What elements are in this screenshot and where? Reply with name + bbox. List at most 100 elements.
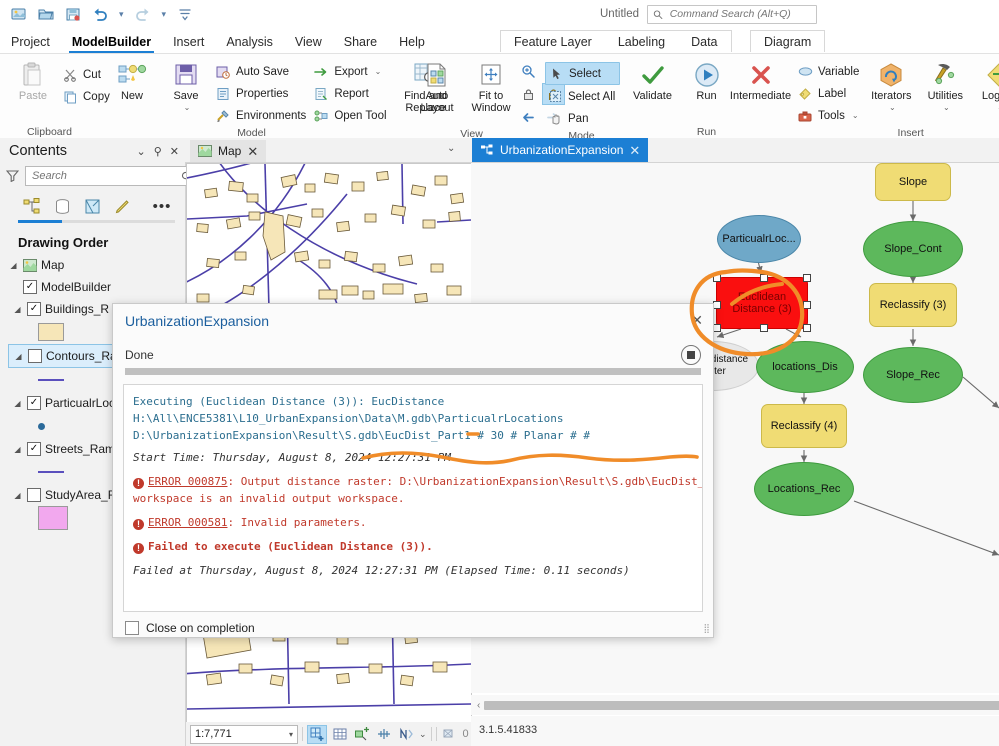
pin-icon[interactable]: ⚲: [154, 145, 162, 158]
stop-button-icon[interactable]: [681, 345, 701, 365]
add-data-icon[interactable]: [307, 725, 327, 744]
back-arrow-icon[interactable]: [518, 107, 539, 127]
north-arrow-icon[interactable]: [397, 726, 415, 743]
ribbon-tab-feature-layer[interactable]: Feature Layer: [501, 35, 605, 49]
ribbon-tab-modelbuilder[interactable]: ModelBuilder: [61, 35, 162, 53]
chevron-down-icon[interactable]: ▾: [289, 730, 293, 739]
basemap-grid-icon[interactable]: [331, 726, 349, 743]
close-icon[interactable]: ✕: [170, 145, 179, 158]
expander-icon[interactable]: ◢: [8, 261, 19, 270]
undo-icon[interactable]: [91, 5, 109, 23]
open-project-icon[interactable]: [37, 5, 55, 23]
model-node-locations-rec[interactable]: Locations_Rec: [754, 462, 854, 516]
contents-search-input[interactable]: [30, 169, 177, 183]
symbology-icon[interactable]: [82, 196, 102, 216]
redo-dropdown-icon[interactable]: ▾: [161, 10, 168, 19]
chevron-down-icon[interactable]: ⌄: [137, 145, 146, 158]
paste-button[interactable]: Paste: [6, 58, 60, 104]
data-source-icon[interactable]: [52, 196, 72, 216]
command-search[interactable]: [647, 5, 817, 24]
model-node-euclidean-distance-3[interactable]: Euclidean Distance (3): [716, 277, 808, 329]
ribbon-tab-help[interactable]: Help: [388, 35, 436, 53]
utilities-button[interactable]: Utilities ⌄: [918, 58, 972, 116]
layer-checkbox-streets[interactable]: ✓: [27, 442, 41, 456]
ribbon-tab-analysis[interactable]: Analysis: [215, 35, 284, 53]
model-node-reclassify-3[interactable]: Reclassify (3): [869, 283, 957, 327]
scroll-track[interactable]: [484, 701, 999, 710]
error-code[interactable]: ERROR 000875: [148, 475, 227, 488]
undo-dropdown-icon[interactable]: ▾: [118, 10, 125, 19]
expander-icon[interactable]: ◢: [12, 305, 23, 314]
validate-button[interactable]: Validate: [626, 58, 680, 104]
close-icon[interactable]: ✕: [629, 144, 640, 157]
close-on-completion-checkbox[interactable]: [125, 621, 139, 635]
lock-icon[interactable]: [518, 84, 539, 104]
tools-dropdown-icon[interactable]: ⌄: [852, 111, 859, 120]
auto-save-button[interactable]: Auto Save: [213, 61, 311, 82]
ribbon-tab-view[interactable]: View: [284, 35, 333, 53]
save-project-icon[interactable]: [64, 5, 82, 23]
error-code[interactable]: ERROR 000581: [148, 516, 227, 529]
model-node-particualr-locations[interactable]: ParticualrLoc...: [717, 215, 801, 263]
filter-funnel-icon[interactable]: [6, 169, 20, 183]
select-features-icon[interactable]: [353, 726, 371, 743]
dialog-log-panel[interactable]: Executing (Euclidean Distance (3)): EucD…: [123, 384, 703, 612]
geoprocessing-progress-dialog[interactable]: UrbanizationExpansion ✕ Done Executing (…: [112, 303, 714, 638]
more-options-icon[interactable]: •••: [152, 196, 172, 216]
run-button[interactable]: Run: [680, 58, 734, 104]
customize-qat-icon[interactable]: [176, 5, 194, 23]
map-scale-selector[interactable]: 1:7,771 ▾: [190, 725, 298, 744]
ribbon-tab-data[interactable]: Data: [678, 35, 730, 49]
drawing-order-icon[interactable]: [22, 196, 42, 216]
layer-checkbox-studyarea[interactable]: [27, 488, 41, 502]
editing-icon[interactable]: [112, 196, 132, 216]
new-model-button[interactable]: New: [105, 58, 159, 104]
view-tab-map[interactable]: Map ✕: [190, 140, 266, 162]
zoom-in-icon[interactable]: [518, 61, 539, 81]
iterators-button[interactable]: Iterators ⌄: [864, 58, 918, 116]
label-button[interactable]: Label: [795, 83, 864, 104]
select-mode-button[interactable]: Select: [545, 62, 620, 85]
resize-handle-ne[interactable]: [803, 274, 811, 282]
layer-row-map[interactable]: ◢ Map: [8, 254, 185, 276]
model-node-reclassify-4[interactable]: Reclassify (4): [761, 404, 847, 448]
layer-checkbox-modelbuilder[interactable]: ✓: [23, 280, 37, 294]
export-dropdown-icon[interactable]: ⌄: [375, 67, 382, 76]
report-button[interactable]: Report: [311, 83, 391, 104]
measure-icon[interactable]: [375, 726, 393, 743]
resize-handle-sw[interactable]: [713, 324, 721, 332]
save-model-button[interactable]: Save ⌄: [159, 58, 213, 116]
save-dropdown-icon[interactable]: ⌄: [184, 102, 191, 114]
open-tool-button[interactable]: Open Tool: [311, 105, 391, 126]
expander-icon[interactable]: ◢: [12, 399, 23, 408]
dialog-resize-grip[interactable]: ⣿: [703, 623, 709, 634]
resize-handle-se[interactable]: [803, 324, 811, 332]
resize-handle-n[interactable]: [760, 274, 768, 282]
resize-handle-e[interactable]: [803, 301, 811, 309]
expander-icon[interactable]: ◢: [12, 445, 23, 454]
model-node-slope[interactable]: Slope: [875, 163, 951, 201]
expander-icon[interactable]: ◢: [13, 352, 24, 361]
variable-button[interactable]: Variable: [795, 61, 864, 82]
ribbon-tab-insert[interactable]: Insert: [162, 35, 215, 53]
auto-layout-button[interactable]: Auto Layout: [410, 58, 464, 116]
model-node-slope-cont[interactable]: Slope_Cont: [863, 221, 963, 277]
resize-handle-s[interactable]: [760, 324, 768, 332]
logical-button[interactable]: Logical ⌄: [972, 58, 999, 116]
ribbon-tab-diagram[interactable]: Diagram: [751, 35, 824, 49]
tools-button[interactable]: Tools ⌄: [795, 105, 864, 126]
model-node-locations-dis[interactable]: locations_Dis: [756, 341, 854, 393]
ribbon-tab-labeling[interactable]: Labeling: [605, 35, 678, 49]
intermediate-button[interactable]: Intermediate: [734, 58, 788, 104]
command-search-input[interactable]: [668, 7, 811, 21]
selected-features-icon[interactable]: [441, 726, 459, 743]
chevron-down-icon[interactable]: ⌄: [419, 729, 427, 740]
close-icon[interactable]: ✕: [247, 145, 258, 158]
iterators-dropdown-icon[interactable]: ⌄: [889, 102, 896, 114]
contents-search-box[interactable]: ⌄: [25, 166, 208, 186]
layer-checkbox-particualrlocations[interactable]: ✓: [27, 396, 41, 410]
layer-checkbox-contours[interactable]: [28, 349, 42, 363]
utilities-dropdown-icon[interactable]: ⌄: [943, 102, 950, 114]
model-node-slope-rec[interactable]: Slope_Rec: [863, 347, 963, 403]
export-button[interactable]: Export ⌄: [311, 61, 391, 82]
